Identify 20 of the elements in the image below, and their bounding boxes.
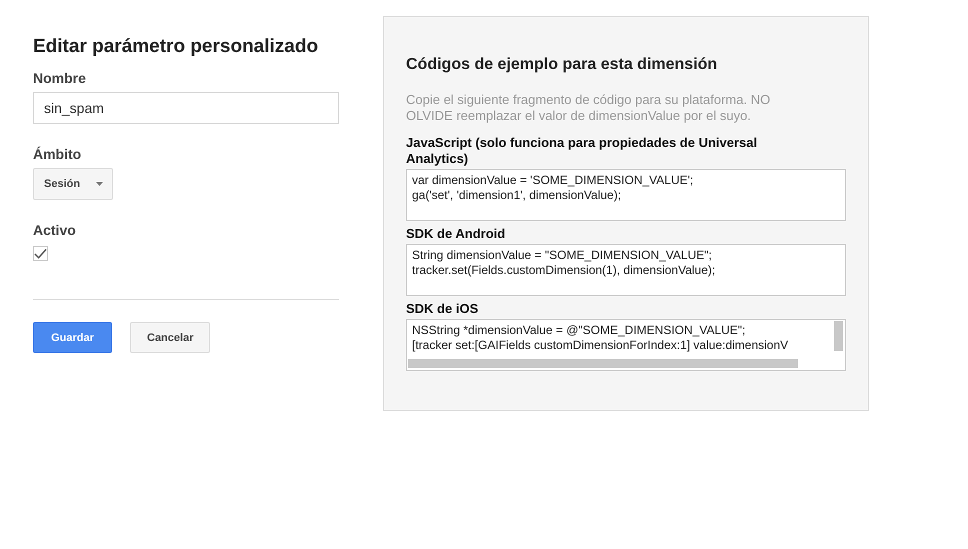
panel-description: Copie el siguiente fragmento de código para su plataforma. NO OLVIDE reemplazar el valor de dimensionValue por el suyo.	[406, 92, 772, 124]
snippet-label: SDK de Android	[406, 226, 506, 242]
name-input-field[interactable]: sin_spam	[33, 92, 339, 124]
horizontal-scrollbar[interactable]	[408, 359, 798, 368]
code-field[interactable]: NSString *dimensionValue = @"SOME_DIMENSION_VALUE"; [tracker set:[GAIFields customDimensionForIndex:1] value:dimensionV	[406, 319, 846, 371]
active-checkbox[interactable]	[33, 246, 48, 261]
field-label: Ámbito	[33, 146, 82, 162]
form-title: Editar parámetro personalizado	[33, 36, 318, 58]
field-label: Nombre	[33, 70, 86, 86]
vertical-scrollbar[interactable]	[834, 321, 843, 351]
code-field[interactable]: var dimensionValue = 'SOME_DIMENSION_VALUE'; ga('set', 'dimension1', dimensionValue);	[406, 169, 846, 221]
code-field[interactable]: String dimensionValue = "SOME_DIMENSION_VALUE"; tracker.set(Fields.customDimension(1), dimensionValue);	[406, 244, 846, 296]
snippet-label: JavaScript (solo funciona para propiedades de Universal Analytics)	[406, 135, 758, 167]
panel-title: Códigos de ejemplo para esta dimensión	[406, 56, 718, 74]
cancel-button[interactable]: Cancelar	[130, 322, 210, 353]
scope-dropdown[interactable]: Sesión	[33, 168, 113, 200]
checkmark-icon	[34, 248, 47, 260]
snippet-label: SDK de iOS	[406, 301, 480, 317]
field-label: Activo	[33, 222, 76, 238]
caret-icon	[96, 182, 103, 186]
